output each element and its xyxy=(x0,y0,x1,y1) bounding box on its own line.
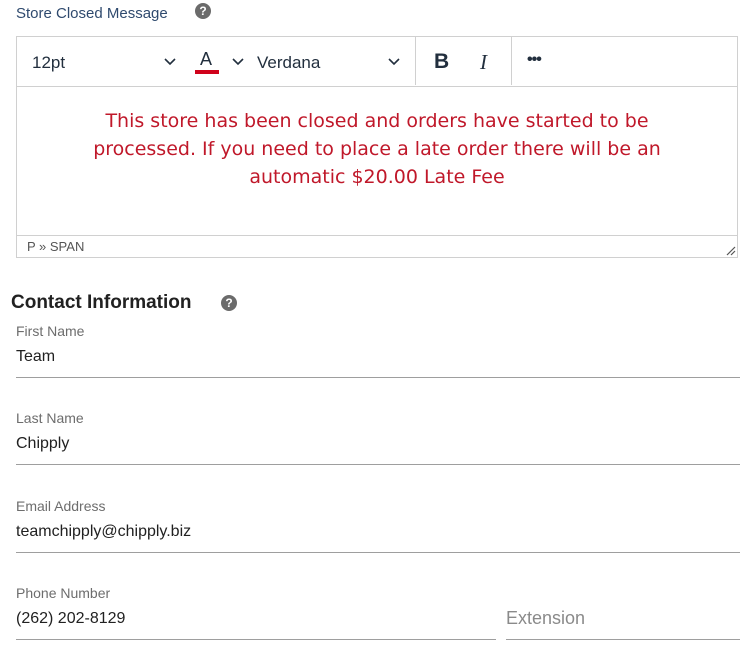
extension-field[interactable]: Extension xyxy=(506,585,740,641)
email-underline xyxy=(16,552,740,553)
italic-icon: I xyxy=(480,50,487,74)
more-button[interactable]: ••• xyxy=(517,37,561,85)
first-name-field[interactable]: First Name Team xyxy=(16,323,740,379)
toolbar-divider xyxy=(511,37,512,85)
font-family-select[interactable]: Verdana xyxy=(253,37,413,85)
font-size-select[interactable]: 12pt xyxy=(17,37,187,85)
font-family-value: Verdana xyxy=(257,53,321,72)
toolbar-divider xyxy=(415,37,416,85)
phone-underline xyxy=(16,639,496,640)
chevron-down-icon xyxy=(388,58,400,66)
question-circle-icon[interactable]: ? xyxy=(195,3,211,19)
last-name-label: Last Name xyxy=(16,410,84,426)
editor-statusbar: P » SPAN xyxy=(17,235,737,257)
store-closed-message: This store has been closed and orders ha… xyxy=(93,110,661,188)
editor-content[interactable]: This store has been closed and orders ha… xyxy=(17,87,737,235)
rich-text-editor: 12pt A Verdana B I ••• This store has be… xyxy=(16,36,738,258)
extension-underline xyxy=(506,639,740,640)
email-field[interactable]: Email Address teamchipply@chipply.biz xyxy=(16,498,740,554)
chevron-down-icon xyxy=(232,58,244,66)
extension-placeholder: Extension xyxy=(506,608,586,628)
first-name-underline xyxy=(16,377,740,378)
email-label: Email Address xyxy=(16,498,106,514)
phone-field[interactable]: Phone Number (262) 202-8129 xyxy=(16,585,496,641)
text-color-swatch xyxy=(195,70,219,74)
element-path[interactable]: P » SPAN xyxy=(27,239,84,254)
last-name-underline xyxy=(16,464,740,465)
bold-button[interactable]: B xyxy=(425,37,465,85)
text-color-button[interactable]: A xyxy=(191,37,247,85)
editor-toolbar: 12pt A Verdana B I ••• xyxy=(17,37,737,87)
resize-handle-icon[interactable] xyxy=(724,244,736,256)
last-name-field[interactable]: Last Name Chipply xyxy=(16,410,740,466)
font-size-value: 12pt xyxy=(32,53,66,72)
question-circle-icon[interactable]: ? xyxy=(221,295,237,311)
chevron-down-icon xyxy=(164,58,176,66)
email-value: teamchipply@chipply.biz xyxy=(16,523,192,540)
first-name-label: First Name xyxy=(16,323,85,339)
first-name-value: Team xyxy=(16,348,56,365)
phone-value: (262) 202-8129 xyxy=(16,610,126,627)
bold-icon: B xyxy=(434,50,450,73)
store-closed-label: Store Closed Message xyxy=(16,5,168,22)
last-name-value: Chipply xyxy=(16,435,70,452)
phone-label: Phone Number xyxy=(16,585,111,601)
italic-button[interactable]: I xyxy=(467,37,507,85)
more-icon: ••• xyxy=(527,51,542,68)
text-color-icon: A xyxy=(200,49,213,69)
contact-heading: Contact Information xyxy=(11,292,192,313)
